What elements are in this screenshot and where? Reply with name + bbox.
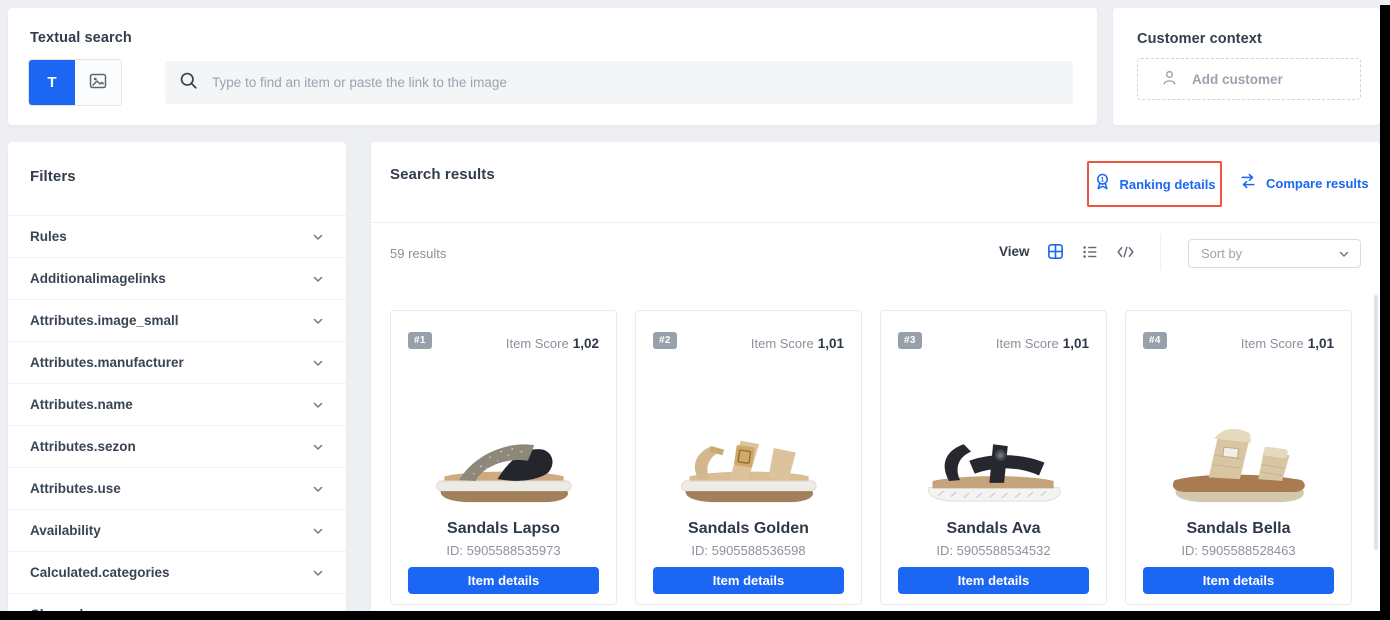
filters-list: Rules Additionalimagelinks Attributes.im… <box>8 215 346 620</box>
search-input-wrapper <box>165 61 1073 104</box>
chevron-down-icon <box>312 357 324 369</box>
filter-item-attributes-name[interactable]: Attributes.name <box>8 383 346 425</box>
item-score: Item Score1,01 <box>751 336 844 351</box>
image-icon <box>88 71 108 94</box>
vertical-divider <box>1160 234 1161 270</box>
ranking-details-button[interactable]: 1 Ranking details <box>1087 161 1222 207</box>
product-image-sandals-bella <box>1161 399 1317 507</box>
grid-view-icon[interactable] <box>1046 242 1065 261</box>
sort-by-select[interactable]: Sort by <box>1188 239 1361 268</box>
product-card: #3 Item Score1,01 Sandals Ava ID: 590558… <box>880 310 1107 605</box>
compare-results-label: Compare results <box>1266 176 1369 191</box>
textual-search-card: Textual search T <box>8 8 1097 125</box>
sort-by-placeholder: Sort by <box>1201 246 1242 261</box>
results-count: 59 results <box>390 246 446 261</box>
product-image-sandals-ava <box>916 399 1072 507</box>
filter-item-attributes-sezon[interactable]: Attributes.sezon <box>8 425 346 467</box>
product-card: #2 Item Score1,01 Sandals Golden ID: 590… <box>635 310 862 605</box>
text-mode-icon: T <box>47 74 56 91</box>
ranking-details-label: Ranking details <box>1119 177 1215 192</box>
item-score: Item Score1,01 <box>996 336 1089 351</box>
chevron-down-icon <box>312 567 324 579</box>
compare-results-button[interactable]: Compare results <box>1238 172 1369 195</box>
filter-item-rules[interactable]: Rules <box>8 215 346 257</box>
image-search-mode-button[interactable] <box>75 60 121 105</box>
compare-arrows-icon <box>1238 172 1258 195</box>
filters-panel: Filters Rules Additionalimagelinks Attri… <box>8 142 346 620</box>
product-card: #4 Item Score1,01 Sandals Bella ID: 5905… <box>1125 310 1352 605</box>
filters-title: Filters <box>30 168 76 185</box>
filter-item-attributes-use[interactable]: Attributes.use <box>8 467 346 509</box>
filter-item-calculated-categories[interactable]: Calculated.categories <box>8 551 346 593</box>
search-icon <box>179 71 198 95</box>
product-image-sandals-golden <box>671 399 827 507</box>
item-score: Item Score1,01 <box>1241 336 1334 351</box>
product-image-sandals-lapso <box>426 399 582 507</box>
chevron-down-icon <box>312 231 324 243</box>
list-view-icon[interactable] <box>1081 242 1100 261</box>
chevron-down-icon <box>312 273 324 285</box>
rank-badge: #1 <box>408 332 432 349</box>
item-details-button[interactable]: Item details <box>898 567 1089 594</box>
filter-item-attributes-manufacturer[interactable]: Attributes.manufacturer <box>8 341 346 383</box>
person-icon <box>1160 68 1179 90</box>
chevron-down-icon <box>312 525 324 537</box>
app-screen: Textual search T Customer context Add <box>0 0 1390 620</box>
product-name: Sandals Ava <box>881 520 1106 538</box>
filter-item-additionalimagelinks[interactable]: Additionalimagelinks <box>8 257 346 299</box>
search-results-panel: Search results 1 Ranking details Compare… <box>371 142 1380 620</box>
view-label: View <box>999 244 1030 259</box>
rank-badge: #3 <box>898 332 922 349</box>
product-name: Sandals Lapso <box>391 520 616 538</box>
header-divider <box>371 222 1380 223</box>
item-score: Item Score1,02 <box>506 336 599 351</box>
customer-context-card: Customer context Add customer <box>1113 8 1380 125</box>
product-id: ID: 5905588528463 <box>1126 543 1351 558</box>
customer-context-title: Customer context <box>1137 31 1262 47</box>
screen-border-right <box>1380 5 1390 620</box>
product-id: ID: 5905588534532 <box>881 543 1106 558</box>
view-switcher: View <box>999 242 1135 261</box>
rank-badge: #2 <box>653 332 677 349</box>
product-name: Sandals Bella <box>1126 520 1351 538</box>
item-details-button[interactable]: Item details <box>1143 567 1334 594</box>
screen-border-bottom <box>0 611 1390 620</box>
product-id: ID: 5905588535973 <box>391 543 616 558</box>
add-customer-label: Add customer <box>1192 72 1283 87</box>
product-id: ID: 5905588536598 <box>636 543 861 558</box>
search-input[interactable] <box>210 74 1059 91</box>
product-name: Sandals Golden <box>636 520 861 538</box>
chevron-down-icon <box>312 441 324 453</box>
chevron-down-icon <box>312 315 324 327</box>
vertical-scrollbar[interactable] <box>1374 295 1378 550</box>
filter-item-attributes-image-small[interactable]: Attributes.image_small <box>8 299 346 341</box>
add-customer-button[interactable]: Add customer <box>1137 58 1361 100</box>
filter-item-availability[interactable]: Availability <box>8 509 346 551</box>
chevron-down-icon <box>1338 248 1350 260</box>
textual-search-title: Textual search <box>30 30 132 46</box>
chevron-down-icon <box>312 483 324 495</box>
item-details-button[interactable]: Item details <box>653 567 844 594</box>
code-view-icon[interactable] <box>1116 242 1135 261</box>
medal-icon: 1 <box>1093 172 1112 196</box>
search-results-title: Search results <box>390 166 495 183</box>
text-search-mode-button[interactable]: T <box>29 60 75 105</box>
svg-text:1: 1 <box>1101 177 1105 184</box>
product-card: #1 Item Score1,02 Sandals Lapso ID: 5905… <box>390 310 617 605</box>
item-details-button[interactable]: Item details <box>408 567 599 594</box>
chevron-down-icon <box>312 399 324 411</box>
search-mode-toggle: T <box>28 59 122 106</box>
rank-badge: #4 <box>1143 332 1167 349</box>
